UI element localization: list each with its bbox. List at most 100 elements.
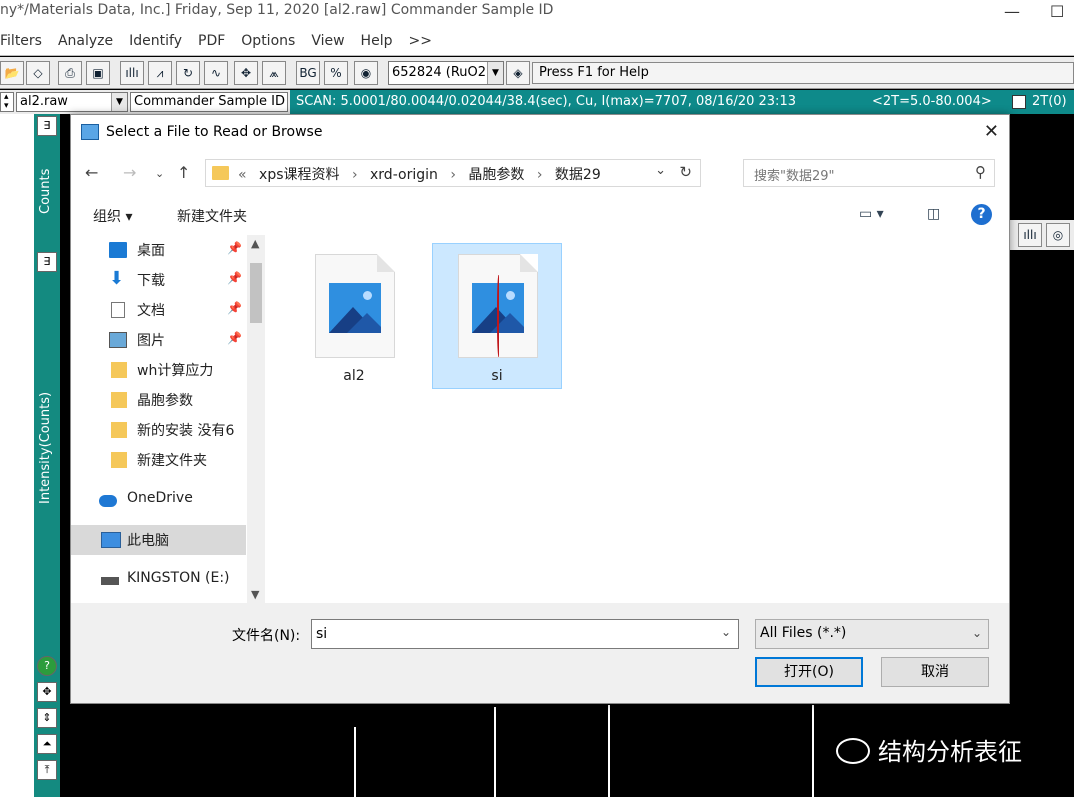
recent-dropdown-icon[interactable]: ⌄	[155, 167, 164, 180]
menu-pdf[interactable]: PDF	[190, 33, 233, 49]
chevron-down-icon[interactable]: ⌄	[721, 625, 731, 639]
watermark: 结构分析表征	[836, 732, 1022, 767]
breadcrumb-item[interactable]: 数据29	[555, 167, 601, 183]
background-icon[interactable]: BG	[296, 61, 320, 85]
overflow-icon[interactable]: «	[238, 167, 247, 183]
organize-button[interactable]: 组织 ▾	[93, 206, 132, 226]
menu-more[interactable]: >>	[400, 33, 439, 49]
up-arrow-icon[interactable]: ↑	[177, 163, 190, 182]
pdf-combo[interactable]: 652824 (RuO2 ▼	[388, 61, 504, 85]
nav-item-folder[interactable]: 新建文件夹	[71, 445, 246, 475]
zoom-icon[interactable]: ✥	[37, 682, 57, 702]
nav-item-label: 新建文件夹	[137, 453, 207, 469]
download-icon: ⬇	[109, 268, 125, 289]
nav-item-folder[interactable]: wh计算应力	[71, 355, 246, 385]
file-item-si[interactable]: si	[432, 243, 562, 389]
help-icon[interactable]: ?	[971, 204, 992, 225]
preview-pane-icon[interactable]: ◫	[927, 206, 940, 222]
chevron-right-icon: ›	[536, 167, 543, 183]
search-box[interactable]: 搜索"数据29" ⚲	[743, 159, 995, 187]
nav-item-folder[interactable]: 晶胞参数	[71, 385, 246, 415]
scrollbar-thumb[interactable]	[250, 263, 262, 323]
fit-icon[interactable]: ⇕	[37, 708, 57, 728]
open-folder-icon[interactable]: 📂	[0, 61, 24, 85]
chevron-down-icon[interactable]: ⌄	[655, 163, 666, 178]
print-icon[interactable]: ⎙	[58, 61, 82, 85]
chevron-up-icon[interactable]: ▲	[251, 237, 259, 250]
pattern-peak	[494, 707, 496, 797]
wechat-icon	[836, 738, 870, 764]
scan-checkbox[interactable]	[1012, 95, 1026, 109]
back-arrow-icon[interactable]: ←	[85, 163, 98, 182]
up-arrows-icon[interactable]: ⏶	[37, 734, 57, 754]
close-icon[interactable]: ✕	[984, 121, 999, 142]
dialog-title: Select a File to Read or Browse	[106, 124, 323, 140]
maximize-icon[interactable]: ☐	[1050, 2, 1064, 21]
top-arrow-icon[interactable]: ⤒	[37, 760, 57, 780]
nav-item-label: 文档	[137, 303, 165, 319]
breadcrumb-item[interactable]: xps课程资料	[259, 167, 339, 183]
nav-item-onedrive[interactable]: OneDrive	[71, 485, 246, 515]
expand-icon[interactable]: ✥	[234, 61, 258, 85]
filename-input[interactable]	[311, 619, 739, 649]
menu-filters[interactable]: Filters	[0, 33, 50, 49]
chevron-down-icon[interactable]: ▼	[251, 588, 259, 601]
cancel-button[interactable]: 取消	[881, 657, 989, 687]
forward-arrow-icon[interactable]: →	[123, 163, 136, 182]
chevron-down-icon[interactable]: ▼	[487, 62, 503, 84]
nav-item-downloads[interactable]: ⬇ 下载 📌	[71, 265, 246, 295]
strip-menu-icon-2[interactable]: ∃	[37, 252, 57, 272]
breadcrumb-item[interactable]: xrd-origin	[370, 167, 438, 183]
peak-icon[interactable]: ⩘	[148, 61, 172, 85]
nav-item-this-pc[interactable]: 此电脑	[71, 525, 246, 555]
menu-bar: Filters Analyze Identify PDF Options Vie…	[0, 26, 1074, 56]
nav-item-label: 新的安装 没有6	[137, 423, 235, 439]
sample-id-combo[interactable]: Commander Sample ID	[130, 92, 288, 112]
file-combo[interactable]: al2.raw ▼	[16, 92, 128, 112]
view-options-icon[interactable]: ▭ ▾	[859, 206, 884, 222]
address-bar[interactable]: « xps课程资料 › xrd-origin › 晶胞参数 › 数据29 ⌄ ↻	[205, 159, 701, 187]
chevron-down-icon[interactable]: ▼	[111, 93, 127, 111]
pin-icon: 📌	[227, 271, 242, 285]
breadcrumb-item[interactable]: 晶胞参数	[468, 167, 524, 183]
diamond-icon[interactable]: ◈	[506, 61, 530, 85]
menu-options[interactable]: Options	[233, 33, 303, 49]
minimize-icon[interactable]: —	[1004, 2, 1020, 21]
help-icon[interactable]: ?	[37, 656, 57, 676]
nav-item-label: KINGSTON (E:)	[127, 570, 230, 586]
new-folder-button[interactable]: 新建文件夹	[177, 206, 247, 226]
menu-view[interactable]: View	[303, 33, 352, 49]
navigation-scrollbar[interactable]: ▲ ▼	[247, 235, 265, 603]
scan-info-bar: SCAN: 5.0001/80.0044/0.02044/38.4(sec), …	[290, 90, 1074, 114]
nav-item-drive[interactable]: KINGSTON (E:)	[71, 565, 246, 595]
menu-analyze[interactable]: Analyze	[50, 33, 121, 49]
file-type-select[interactable]: All Files (*.*) ⌄	[755, 619, 989, 649]
smooth-icon[interactable]: ∿	[204, 61, 228, 85]
spin-icon[interactable]: ▴ ▾	[0, 92, 14, 112]
app-title: ny*/Materials Data, Inc.] Friday, Sep 11…	[0, 2, 554, 18]
globe-icon[interactable]: ◉	[354, 61, 378, 85]
menu-help[interactable]: Help	[353, 33, 401, 49]
target-icon[interactable]: ◎	[1046, 223, 1070, 247]
folder-icon	[111, 452, 127, 468]
percent-icon[interactable]: %	[324, 61, 348, 85]
file-list: al2 si	[266, 235, 1009, 603]
search-icon[interactable]: ⚲	[975, 163, 986, 181]
bar-chart-icon[interactable]: ıllı	[1018, 223, 1042, 247]
nav-item-label: 此电脑	[127, 533, 169, 549]
overlay-icon[interactable]: ⩕	[262, 61, 286, 85]
chevron-right-icon: ›	[351, 167, 358, 183]
strip-menu-icon[interactable]: ∃	[37, 116, 57, 136]
nav-item-documents[interactable]: 文档 📌	[71, 295, 246, 325]
save-icon[interactable]: ▣	[86, 61, 110, 85]
nav-item-folder[interactable]: 新的安装 没有6	[71, 415, 246, 445]
refresh-pattern-icon[interactable]: ↻	[176, 61, 200, 85]
open-button[interactable]: 打开(O)	[755, 657, 863, 687]
nav-item-desktop[interactable]: 桌面 📌	[71, 235, 246, 265]
refresh-icon[interactable]: ↻	[679, 163, 692, 181]
eraser-icon[interactable]: ◇	[26, 61, 50, 85]
nav-item-pictures[interactable]: 图片 📌	[71, 325, 246, 355]
bar-pattern-icon[interactable]: ıllı	[120, 61, 144, 85]
file-item-al2[interactable]: al2	[289, 243, 419, 389]
menu-identify[interactable]: Identify	[121, 33, 190, 49]
